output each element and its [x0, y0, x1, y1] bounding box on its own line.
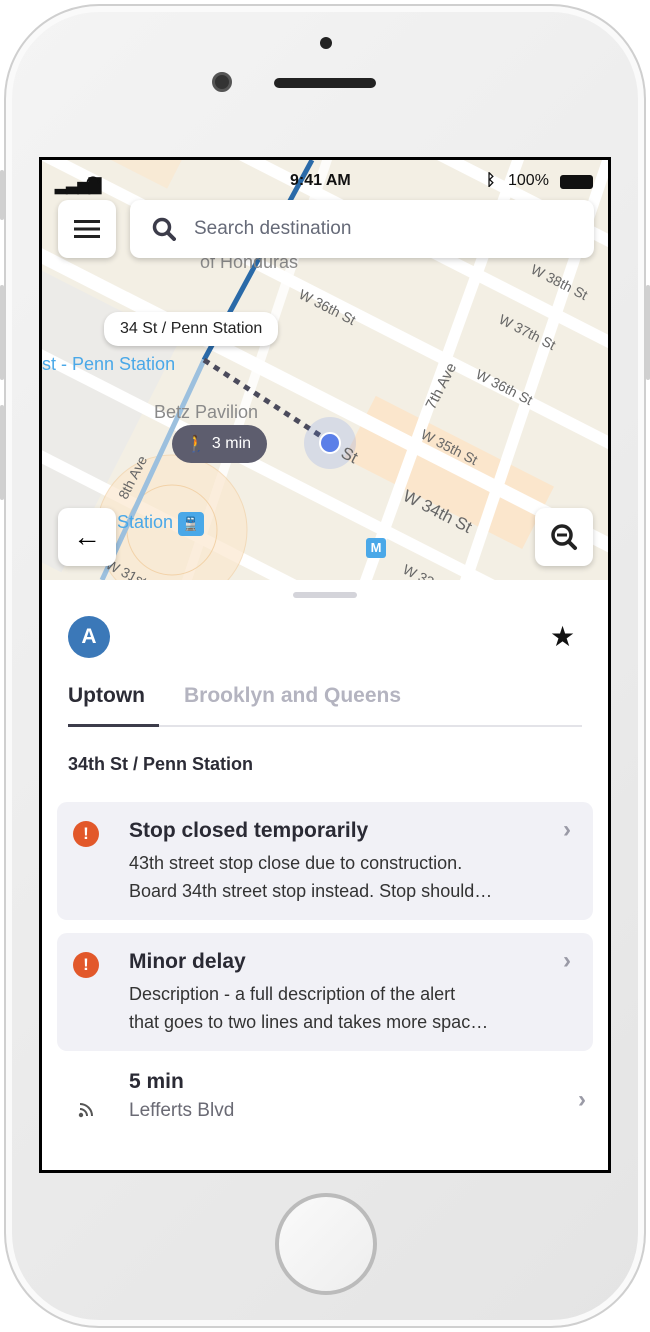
- alert-desc-line: Description - a full description of the …: [129, 984, 456, 1004]
- proximity-sensor: [320, 37, 332, 49]
- station-label[interactable]: Station: [117, 512, 173, 533]
- clock: 9:41 AM: [290, 172, 351, 189]
- chevron-right-icon: ›: [563, 947, 571, 974]
- station-label[interactable]: st - Penn Station: [42, 354, 175, 375]
- status-bar: ▂▃▅▇ ◠ 9:41 AM ᛒ 100%: [42, 172, 608, 194]
- back-button[interactable]: ←: [58, 508, 116, 566]
- bluetooth-icon: ᛒ: [486, 172, 496, 189]
- power-button: [646, 285, 650, 380]
- screen: W 36th St W 37th St W 38th St W 36th St …: [39, 157, 611, 1173]
- alert-card[interactable]: ! Stop closed temporarily 43th street st…: [57, 802, 593, 920]
- search-placeholder: Search destination: [194, 218, 352, 239]
- hamburger-icon: [74, 220, 100, 238]
- chevron-right-icon: ›: [578, 1086, 586, 1113]
- alert-desc-line: Board 34th street stop instead. Stop sho…: [129, 881, 493, 901]
- tab-active-indicator: [68, 724, 159, 727]
- search-icon: [152, 217, 176, 241]
- alert-icon: !: [73, 821, 99, 847]
- poi-label: Betz Pavilion: [154, 402, 259, 422]
- bottom-sheet: A ★ Uptown Brooklyn and Queens 34th St /…: [42, 580, 608, 1170]
- front-camera: [212, 72, 232, 92]
- arrival-destination: Lefferts Blvd: [129, 1100, 235, 1121]
- station-callout[interactable]: 34 St / Penn Station: [104, 312, 279, 346]
- realtime-icon: [78, 1103, 93, 1118]
- train-station-icon[interactable]: 🚆: [178, 512, 204, 536]
- tab-uptown[interactable]: Uptown: [68, 684, 145, 708]
- alert-icon: !: [73, 952, 99, 978]
- arrival-time: 5 min: [129, 1070, 184, 1093]
- alert-title: Minor delay: [129, 950, 246, 973]
- station-heading: 34th St / Penn Station: [68, 754, 254, 774]
- battery-icon: [560, 175, 593, 189]
- sheet-drag-handle[interactable]: [293, 592, 357, 598]
- metro-station-icon[interactable]: M: [366, 538, 386, 558]
- alert-desc-line: 43th street stop close due to constructi…: [129, 853, 463, 873]
- line-badge: A: [68, 616, 110, 658]
- walking-icon: 🚶: [186, 436, 206, 453]
- search-input[interactable]: Search destination: [130, 200, 594, 258]
- tab-brooklyn-and-queens[interactable]: Brooklyn and Queens: [184, 684, 401, 708]
- zoom-out-button[interactable]: [535, 508, 593, 566]
- alert-title: Stop closed temporarily: [129, 819, 369, 842]
- alert-description: 43th street stop close due to constructi…: [129, 849, 569, 905]
- arrow-left-icon: ←: [73, 521, 101, 552]
- walk-time-badge[interactable]: 🚶 3 min: [172, 425, 268, 463]
- favorite-star-icon[interactable]: ★: [550, 620, 575, 653]
- arrival-row[interactable]: 5 min Lefferts Blvd ›: [42, 1070, 608, 1140]
- mute-switch: [0, 170, 4, 220]
- alert-description: Description - a full description of the …: [129, 980, 569, 1036]
- battery-percent: 100%: [508, 172, 549, 189]
- home-button[interactable]: [275, 1193, 377, 1295]
- alert-card[interactable]: ! Minor delay Description - a full descr…: [57, 933, 593, 1051]
- chevron-right-icon: ›: [563, 816, 571, 843]
- map[interactable]: W 36th St W 37th St W 38th St W 36th St …: [42, 160, 608, 580]
- volume-down-button: [0, 405, 4, 500]
- earpiece-speaker: [274, 78, 376, 88]
- zoom-out-icon: [551, 524, 577, 550]
- alert-desc-line: that goes to two lines and takes more sp…: [129, 1012, 489, 1032]
- wifi-icon: ◠: [86, 174, 100, 191]
- walk-time: 3 min: [211, 435, 252, 452]
- volume-up-button: [0, 285, 4, 380]
- menu-button[interactable]: [58, 200, 116, 258]
